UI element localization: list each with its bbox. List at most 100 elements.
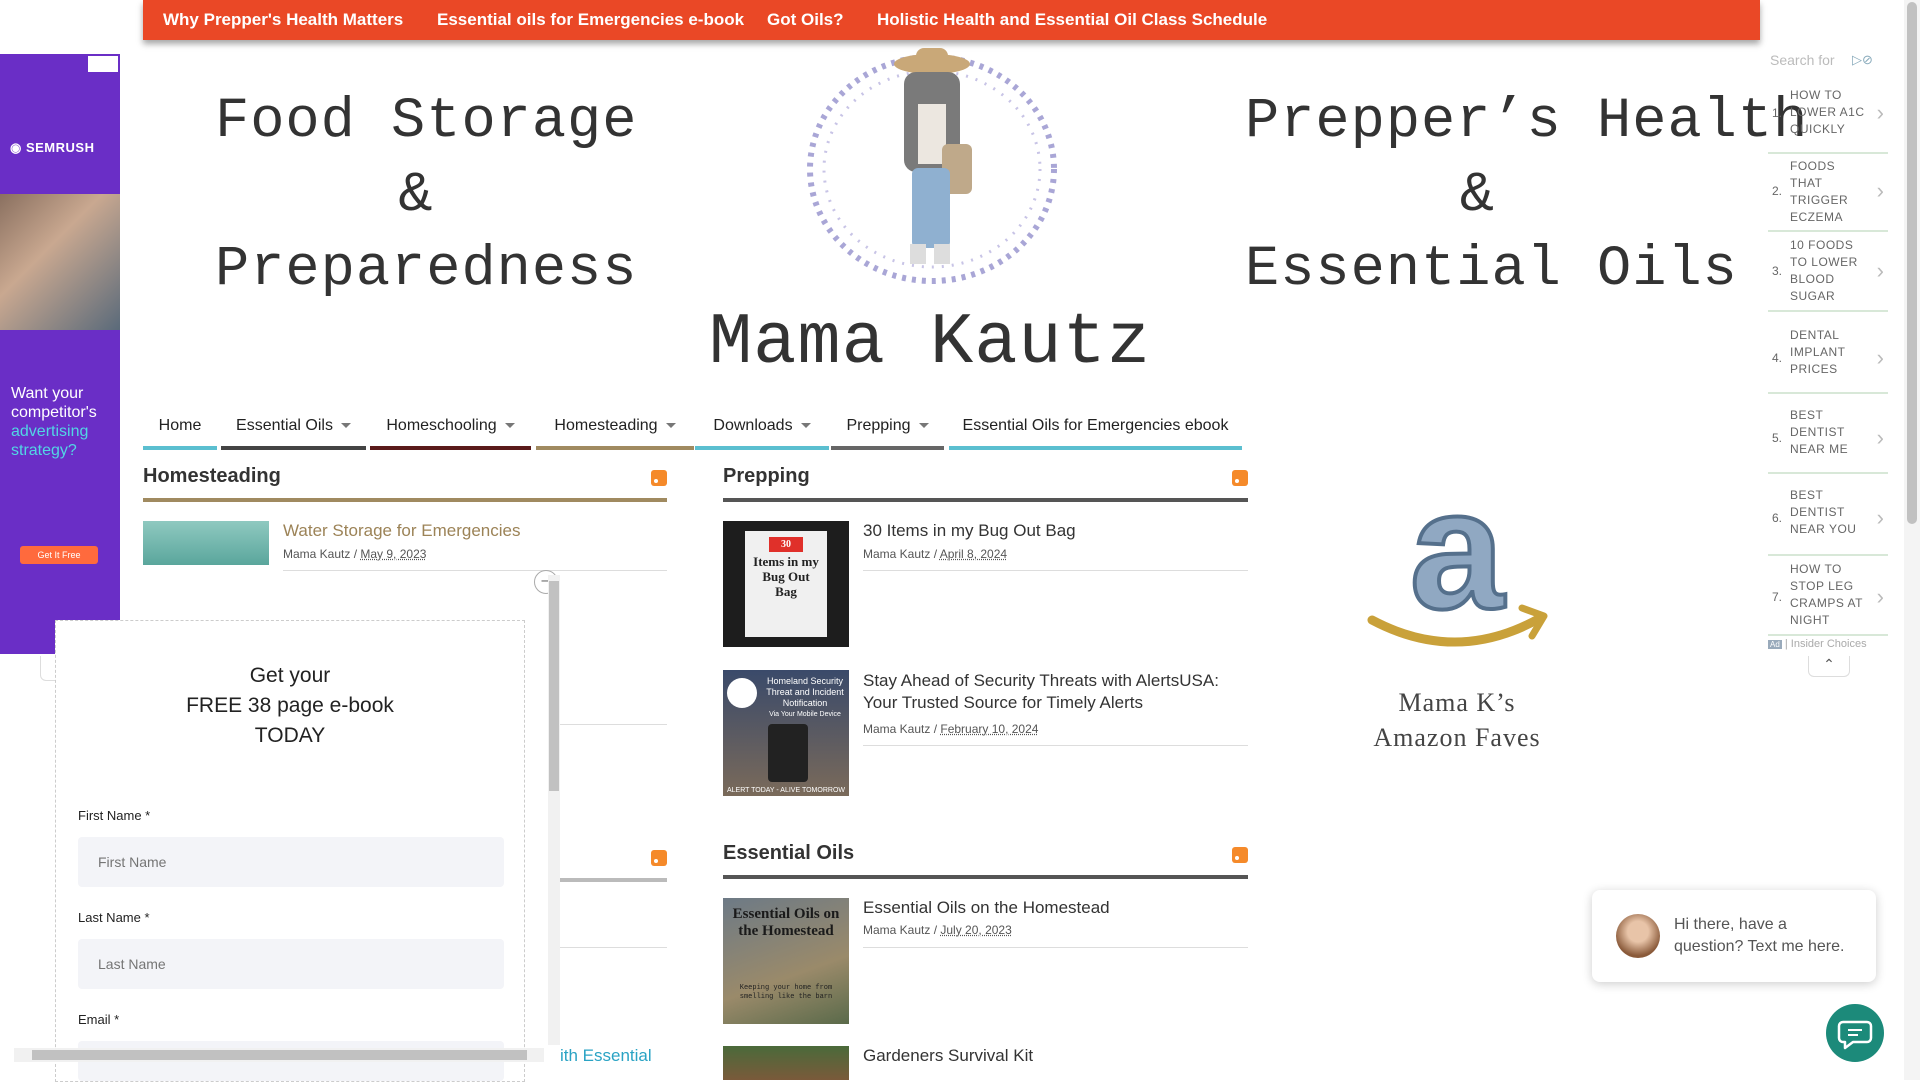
chevron-down-icon	[340, 423, 351, 429]
chevron-right-icon: ›	[1876, 258, 1884, 283]
header-logo[interactable]	[800, 44, 1064, 294]
ebook-optin-popup: Get your FREE 38 page e-book TODAY First…	[55, 620, 525, 1082]
nav-home[interactable]: Home	[143, 406, 217, 450]
divider	[560, 947, 667, 948]
page-scrollbar-thumb[interactable]	[1907, 2, 1917, 524]
header-left-title[interactable]: Food Storage & Preparedness	[215, 85, 636, 307]
nav-home-label: Home	[158, 417, 202, 434]
section-title-homesteading[interactable]: Homesteading	[143, 465, 281, 488]
post-title-bug-out-bag[interactable]: 30 Items in my Bug Out Bag	[863, 521, 1076, 541]
post-thumbnail-alertsusa[interactable]: Homeland Security Threat and Incident No…	[723, 670, 849, 796]
nav-homesteading[interactable]: Homesteading	[536, 406, 694, 450]
collapse-ad-button[interactable]: ⌃	[1808, 656, 1850, 677]
post-date[interactable]: April 8, 2024	[940, 547, 1007, 561]
left-advertisement[interactable]: ◉ SEMRUSH Want your competitor's adverti…	[0, 54, 120, 654]
popup-vertical-scrollbar[interactable]	[548, 575, 560, 1045]
last-name-label: Last Name *	[78, 910, 150, 925]
post-date[interactable]: May 9, 2023	[360, 547, 426, 561]
post-thumbnail-homestead[interactable]: Essential Oils on the Homestead Keeping …	[723, 898, 849, 1024]
item-text: 10 FOODS TO LOWER BLOOD SUGAR	[1790, 238, 1858, 303]
post-title-partial[interactable]: ith EssentialOils	[283, 1046, 652, 1086]
right-ad-item[interactable]: 6. BEST DENTIST NEAR YOU ›	[1768, 474, 1888, 556]
right-ad-item[interactable]: 5. BEST DENTIST NEAR ME ›	[1768, 394, 1888, 474]
post-author[interactable]: Mama Kautz	[283, 547, 350, 561]
topnav-link-got-oils[interactable]: Got Oils?	[767, 10, 844, 30]
amazon-faves-caption[interactable]: Mama K’s Amazon Faves	[1332, 685, 1582, 755]
rss-icon[interactable]	[651, 470, 667, 486]
ad-headline: Want your competitor's advertising strat…	[11, 384, 115, 460]
amazon-caption-line1: Mama K’s	[1398, 688, 1516, 717]
post-thumbnail-water-storage[interactable]	[143, 521, 269, 565]
nav-prepping-wrap: Prepping	[831, 417, 944, 435]
header-right-title[interactable]: Prepper’s Health & Essential Oils	[1245, 85, 1807, 307]
nav-downloads-underline	[695, 446, 829, 450]
popup-vertical-scrollbar-thumb[interactable]	[549, 581, 559, 791]
rss-icon[interactable]	[1232, 470, 1248, 486]
chat-open-button[interactable]	[1826, 1004, 1884, 1062]
post-author[interactable]: Mama Kautz	[863, 923, 930, 937]
nav-downloads[interactable]: Downloads	[695, 406, 829, 450]
avatar	[1616, 914, 1660, 958]
ad-headline-highlight: advertising strategy?	[11, 423, 89, 459]
chevron-right-icon: ›	[1876, 100, 1884, 125]
post-title-gardeners-kit[interactable]: Gardeners Survival Kit	[863, 1046, 1033, 1066]
section-title-essential-oils[interactable]: Essential Oils	[723, 842, 854, 865]
post-title-alertsusa[interactable]: Stay Ahead of Security Threats with Aler…	[863, 670, 1248, 714]
post-author[interactable]: Mama Kautz	[863, 547, 930, 561]
nav-prepping[interactable]: Prepping	[831, 406, 944, 450]
right-ad-footer[interactable]: Ad | Insider Choices	[1768, 638, 1867, 650]
section-header-essential-oils: Essential Oils	[723, 837, 1248, 879]
chevron-right-icon: ›	[1876, 505, 1884, 530]
first-name-field[interactable]	[78, 837, 504, 887]
post-title-water-storage[interactable]: Water Storage for Emergencies	[283, 521, 520, 541]
topnav-link-ebook[interactable]: Essential oils for Emergencies e-book	[437, 10, 744, 30]
amazon-logo[interactable]: a	[1362, 453, 1552, 670]
item-number: 3.	[1772, 264, 1783, 278]
page-scrollbar[interactable]	[1904, 0, 1920, 1080]
nav-prepping-underline	[831, 446, 944, 450]
section-title-prepping[interactable]: Prepping	[723, 465, 810, 488]
topnav-link-class-schedule[interactable]: Holistic Health and Essential Oil Class …	[877, 10, 1267, 30]
chevron-right-icon: ›	[1876, 345, 1884, 370]
post-thumbnail-gardeners-kit[interactable]	[723, 1046, 849, 1080]
right-ad-item[interactable]: 1. HOW TO LOWER A1C QUICKLY ›	[1768, 82, 1888, 154]
post-title-oils-homestead[interactable]: Essential Oils on the Homestead	[863, 898, 1110, 918]
chevron-right-icon: ›	[1876, 425, 1884, 450]
rss-icon[interactable]	[1232, 847, 1248, 863]
topnav-link-prepper-health[interactable]: Why Prepper's Health Matters	[163, 10, 403, 30]
ad-choices-icon[interactable]: ▷⊘	[1852, 52, 1873, 68]
right-ad-item[interactable]: 4. DENTAL IMPLANT PRICES ›	[1768, 312, 1888, 394]
post-date[interactable]: July 20, 2023	[940, 923, 1011, 937]
section-header-prepping: Prepping	[723, 460, 1248, 502]
last-name-field[interactable]	[78, 939, 504, 989]
seal-icon	[727, 678, 757, 708]
right-ad-item[interactable]: 7. HOW TO STOP LEG CRAMPS AT NIGHT ›	[1768, 556, 1888, 636]
nav-homeschooling[interactable]: Homeschooling	[370, 406, 531, 450]
right-ad-item[interactable]: 2. FOODS THAT TRIGGER ECZEMA ›	[1768, 154, 1888, 232]
popup-heading-line2: FREE 38 page e-book	[186, 694, 394, 717]
nav-essential-oils-label: Essential Oils	[236, 417, 333, 434]
item-number: 4.	[1772, 351, 1783, 365]
nav-ebook[interactable]: Essential Oils for Emergencies ebook	[949, 406, 1242, 450]
ad-choices-icon[interactable]	[88, 56, 118, 72]
item-text: HOW TO LOWER A1C QUICKLY	[1790, 88, 1865, 136]
item-text: BEST DENTIST NEAR YOU	[1790, 488, 1857, 536]
ad-cta-button[interactable]: Get It Free	[20, 546, 98, 564]
chevron-down-icon	[800, 423, 811, 429]
nav-essential-oils-underline	[221, 446, 366, 450]
ad-footer-text: Insider Choices	[1790, 638, 1867, 650]
popup-horizontal-scrollbar-thumb[interactable]	[32, 1050, 527, 1060]
post-author[interactable]: Mama Kautz	[863, 722, 930, 736]
post-thumbnail-bug-out-bag[interactable]: 30 Items in my Bug Out Bag	[723, 521, 849, 647]
right-ad-item[interactable]: 3. 10 FOODS TO LOWER BLOOD SUGAR ›	[1768, 232, 1888, 312]
rss-icon[interactable]	[651, 850, 667, 866]
brand-title[interactable]: Mama Kautz	[690, 302, 1170, 384]
post-date[interactable]: February 10, 2024	[940, 722, 1038, 736]
item-text: FOODS THAT TRIGGER ECZEMA	[1790, 159, 1849, 224]
thumb-number: 30	[769, 537, 803, 552]
right-ad-search-label[interactable]: Search for	[1770, 52, 1835, 68]
post-title-partial-line1: ith Essential	[560, 1046, 652, 1065]
popup-horizontal-scrollbar[interactable]	[14, 1048, 544, 1062]
chat-bubble[interactable]: Hi there, have a question? Text me here.	[1592, 890, 1876, 982]
nav-essential-oils[interactable]: Essential Oils	[221, 406, 366, 450]
